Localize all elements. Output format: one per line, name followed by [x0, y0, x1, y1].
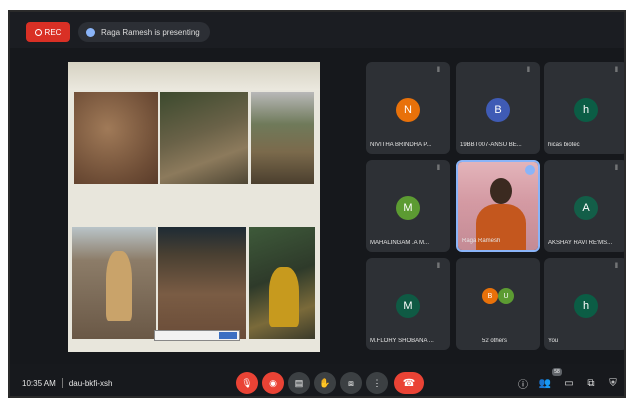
- avatar: B: [486, 98, 510, 122]
- participant-tile[interactable]: ǁ M MAHALINGAM .A M...: [366, 160, 450, 252]
- slide-caption-bar: [154, 330, 240, 341]
- mic-toggle-button[interactable]: 🎙: [236, 372, 258, 394]
- participant-name: MAHALINGAM .A M...: [370, 240, 430, 246]
- present-button[interactable]: ⧈: [340, 372, 362, 394]
- captions-icon: ▤: [294, 377, 304, 388]
- slide-caption-button: [219, 332, 237, 339]
- slide-photo-landslide: [160, 92, 248, 184]
- avatar: M: [396, 294, 420, 318]
- activities-button[interactable]: ⧉: [584, 376, 598, 390]
- presenting-indicator[interactable]: Raga Ramesh is presenting: [78, 22, 210, 42]
- others-tile[interactable]: B U 52 others: [456, 258, 540, 350]
- slide-person-figure: [106, 251, 132, 321]
- meeting-details-button[interactable]: ⓘ: [516, 376, 530, 391]
- video-person-body: [476, 204, 526, 250]
- clock-time: 10:35 AM: [22, 378, 56, 388]
- present-screen-icon: ⧈: [348, 377, 354, 388]
- shield-icon: ⛨: [609, 377, 617, 389]
- participant-name: Raga Ramesh: [462, 238, 501, 244]
- participant-tile[interactable]: ǁ B 19BBT007-ANSU BE...: [456, 62, 540, 154]
- activities-icon: ⧉: [587, 377, 595, 389]
- participant-video: [458, 162, 538, 250]
- speaking-indicator-icon: [525, 165, 535, 175]
- camera-toggle-button[interactable]: ◉: [262, 372, 284, 394]
- recording-badge: REC: [26, 22, 70, 42]
- more-vert-icon: ⋮: [372, 377, 382, 388]
- bottom-bar: 10:35 AM dau-bkfi-xsh 🎙 ◉ ▤ ✋ ⧈ ⋮ ☎ ⓘ 👥: [10, 364, 624, 396]
- captions-button[interactable]: ▤: [288, 372, 310, 394]
- mic-off-icon: ǁ: [527, 67, 530, 74]
- participant-name: NIVITHA BRINDHA P...: [370, 142, 432, 148]
- slide-person-figure: [269, 267, 299, 327]
- people-button[interactable]: 👥: [538, 376, 552, 390]
- mic-off-icon: ǁ: [437, 263, 440, 270]
- avatar: U: [498, 288, 514, 304]
- info-icon: ⓘ: [518, 379, 528, 391]
- slide-photo-soil: [74, 92, 158, 184]
- mic-off-icon: ǁ: [615, 263, 618, 270]
- chat-button[interactable]: ▭: [562, 376, 576, 390]
- others-avatars: B U: [482, 288, 514, 304]
- meeting-code: dau-bkfi-xsh: [68, 378, 113, 388]
- mic-off-icon: ǁ: [615, 165, 618, 172]
- avatar: M: [396, 196, 420, 220]
- mic-off-icon: ǁ: [437, 165, 440, 172]
- top-bar: REC Raga Ramesh is presenting: [10, 12, 624, 48]
- video-person-head: [490, 178, 512, 204]
- mic-off-icon: ǁ: [615, 67, 618, 74]
- meeting-info: 10:35 AM dau-bkfi-xsh: [22, 378, 112, 388]
- others-count-label: 52 others: [482, 338, 508, 344]
- participant-count-badge: 58: [552, 368, 562, 376]
- participant-name: AKSHAY RAVI RE'MS...: [548, 240, 613, 246]
- avatar: A: [574, 196, 598, 220]
- participant-tile[interactable]: ǁ M M.FLORY SHOBANA ...: [366, 258, 450, 350]
- slide-header: [68, 62, 320, 90]
- mic-off-icon: 🎙: [241, 377, 253, 388]
- participant-tile[interactable]: ǁ N NIVITHA BRINDHA P...: [366, 62, 450, 154]
- hand-icon: ✋: [319, 377, 331, 388]
- presenter-video-tile[interactable]: Raga Ramesh: [456, 160, 540, 252]
- meeting-window: REC Raga Ramesh is presenting ǁ N NIVITH…: [8, 10, 626, 398]
- slide-photo-farmer: [72, 227, 156, 339]
- end-call-icon: ☎: [402, 377, 416, 389]
- end-call-button[interactable]: ☎: [394, 372, 424, 394]
- avatar: B: [482, 288, 498, 304]
- people-icon: 👥: [538, 377, 552, 389]
- chat-icon: ▭: [564, 377, 574, 389]
- participant-name: M.FLORY SHOBANA ...: [370, 338, 434, 344]
- presenting-text: Raga Ramesh is presenting: [101, 27, 200, 37]
- raise-hand-button[interactable]: ✋: [314, 372, 336, 394]
- slide-photo-field: [158, 227, 246, 339]
- more-options-button[interactable]: ⋮: [366, 372, 388, 394]
- avatar: N: [396, 98, 420, 122]
- avatar: h: [574, 294, 598, 318]
- participant-name: You: [548, 338, 559, 344]
- host-controls-button[interactable]: ⛨: [606, 376, 620, 390]
- camera-off-icon: ◉: [269, 377, 277, 388]
- divider: [61, 378, 63, 388]
- shared-screen[interactable]: [68, 62, 320, 352]
- presenter-avatar-icon: [86, 27, 95, 37]
- participant-name: 19BBT007-ANSU BE...: [460, 142, 522, 148]
- participant-tile[interactable]: ǁ h hicas biotec: [544, 62, 624, 154]
- mic-off-icon: ǁ: [437, 67, 440, 74]
- self-tile[interactable]: ǁ h You: [544, 258, 624, 350]
- rec-label: REC: [44, 27, 62, 37]
- avatar: h: [574, 98, 598, 122]
- participant-tile[interactable]: ǁ A AKSHAY RAVI RE'MS...: [544, 160, 624, 252]
- participant-name: hicas biotec: [548, 142, 580, 148]
- record-icon: [34, 28, 42, 36]
- slide-photo-workers: [251, 92, 314, 184]
- slide-photo-forest-worker: [249, 227, 315, 339]
